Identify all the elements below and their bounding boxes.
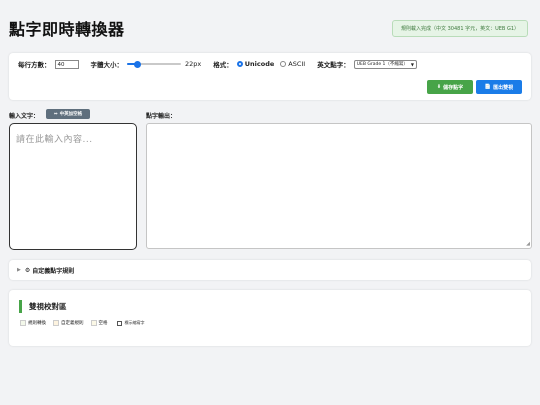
font-size-slider[interactable] — [127, 60, 181, 69]
proofread-legend: 規則轉換 自定義規則 空格 標示縮寫字 — [20, 320, 145, 326]
document-icon: 📄 — [484, 84, 492, 90]
unicode-radio-label[interactable]: Unicode — [245, 60, 275, 68]
swap-icon: ⇔ — [53, 111, 58, 117]
legend-label-rule: 規則轉換 — [28, 321, 46, 326]
english-braille-label: 英文點字： — [317, 61, 350, 69]
export-dual-view-label: 匯出雙視 — [493, 84, 514, 91]
proofread-title: 雙視校對區 — [19, 300, 67, 313]
legend-swatch-custom — [53, 320, 59, 326]
resize-handle-icon[interactable]: ◢ — [526, 242, 530, 247]
proofread-panel: 雙視校對區 規則轉換 自定義規則 空格 標示縮寫字 — [9, 290, 531, 346]
legend-swatch-space — [90, 320, 97, 326]
ascii-radio-label[interactable]: ASCII — [288, 60, 305, 68]
english-braille-select[interactable]: UEB Grade 1（不縮寫） ▼ — [353, 59, 417, 69]
ascii-radio[interactable] — [280, 61, 287, 67]
format-label: 格式： — [213, 61, 233, 69]
braille-output[interactable]: ◢ — [146, 123, 532, 249]
download-icon: ⬇ — [436, 84, 442, 90]
cells-per-line-input[interactable]: 40 — [54, 59, 79, 69]
text-input[interactable]: 請在此輸入內容... — [9, 123, 137, 250]
chevron-down-icon: ▼ — [410, 61, 414, 67]
cells-per-line-label: 每行方數： — [18, 61, 51, 69]
triangle-right-icon: ▶ — [17, 267, 21, 273]
add-space-button[interactable]: ⇔ 中英加空格 — [46, 109, 90, 119]
save-braille-label: 儲存點字 — [443, 84, 464, 91]
show-contractions-checkbox[interactable] — [116, 320, 122, 326]
custom-rules-label: 自定義點字規則 — [32, 267, 75, 275]
legend-label-space: 空格 — [98, 321, 108, 326]
legend-swatch-rule — [20, 320, 26, 326]
slider-thumb[interactable] — [134, 60, 142, 68]
settings-panel: 每行方數： 40 字體大小： 22px 格式： Unicode ASCII 英文… — [9, 53, 531, 100]
gear-icon: ⚙ — [24, 266, 31, 274]
custom-rules-toggle[interactable]: ▶ ⚙ 自定義點字規則 — [9, 260, 531, 280]
font-size-label: 字體大小： — [90, 61, 124, 69]
status-badge: 規則載入完成（中文 30481 字元，英文：UEB G1） — [392, 20, 528, 37]
export-dual-view-button[interactable]: 📄 匯出雙視 — [476, 80, 522, 94]
text-input-placeholder: 請在此輸入內容... — [16, 135, 93, 145]
unicode-radio[interactable] — [236, 61, 243, 67]
legend-label-custom: 自定義規則 — [61, 321, 84, 326]
font-size-value: 22px — [185, 60, 202, 68]
add-space-label: 中英加空格 — [59, 112, 83, 117]
page-title: 點字即時轉換器 — [9, 20, 125, 39]
settings-row: 每行方數： 40 字體大小： 22px 格式： Unicode ASCII 英文… — [18, 59, 417, 69]
output-label: 點字輸出： — [146, 113, 177, 120]
show-contractions-label[interactable]: 標示縮寫字 — [125, 320, 145, 326]
save-braille-button[interactable]: ⬇ 儲存點字 — [427, 80, 473, 94]
input-label: 輸入文字： — [9, 113, 40, 120]
english-braille-selected: UEB Grade 1（不縮寫） — [356, 61, 408, 67]
